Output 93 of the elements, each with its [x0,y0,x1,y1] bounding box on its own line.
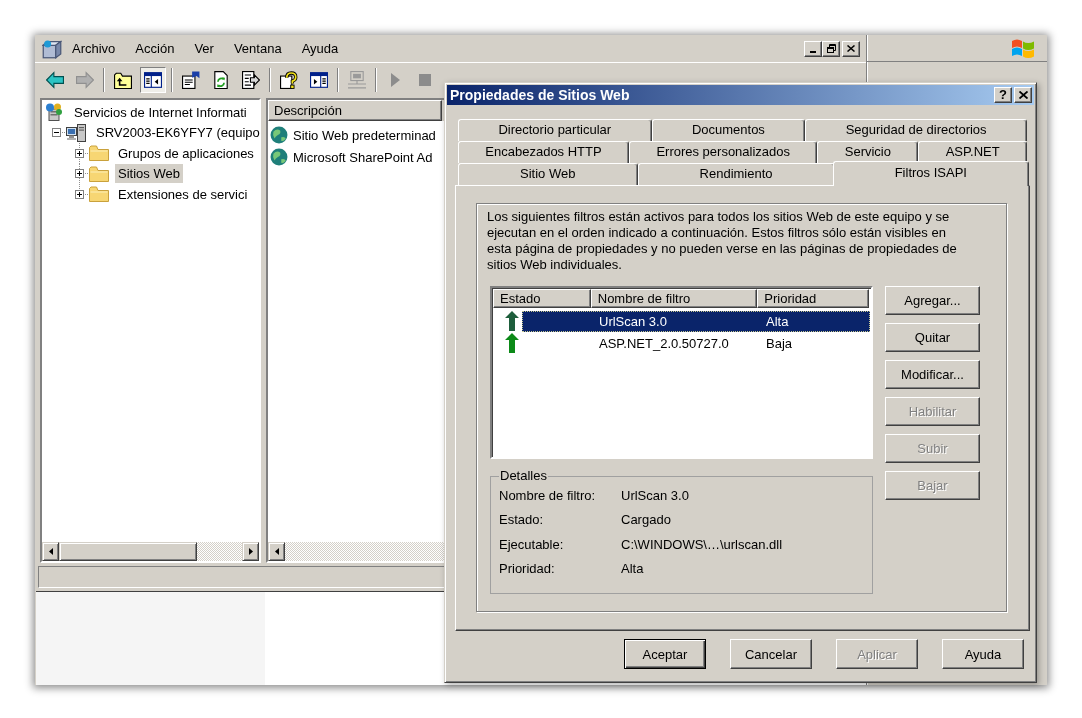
help-button[interactable]: ? [994,87,1012,103]
field-value: Alta [621,561,644,577]
left-triangle-icon [274,548,279,555]
globe-icon [270,148,288,166]
right-triangle-icon [248,548,253,555]
tab[interactable]: Encabezados HTTP [458,141,630,163]
collapse-icon[interactable] [51,128,61,138]
list-item[interactable]: Microsoft SharePoint Ad [292,148,434,166]
field-value: Cargado [621,512,671,528]
action-button[interactable]: Quitar [885,323,980,352]
export-list-icon [242,71,260,89]
tab[interactable]: Seguridad de directorios [805,119,1027,141]
left-triangle-icon [48,548,53,555]
right-arrow-icon [76,71,94,89]
column-header[interactable]: Estado [493,289,591,308]
description-text: Los siguientes filtros están activos para todos los sitios Web de este equipo y se ejecutan en el orden indicado a continuación. Estos filtros sólo están visibles en esta página de propiedades y no pueden verse en las páginas de propiedades de sitios Web individuales. [487,209,958,273]
computer-icon [66,123,86,142]
help-icon [280,71,298,89]
action-button[interactable]: Modificar... [885,360,980,389]
folder-icon [89,145,109,162]
expand-icon[interactable] [74,169,84,179]
stop-icon [419,74,431,86]
field-label: Estado: [499,512,544,528]
tab[interactable]: ASP.NET [918,141,1027,163]
dialog-button[interactable]: Cancelar [730,639,812,669]
minimize-icon [810,50,816,53]
menu-item[interactable]: Ayuda [291,39,349,58]
scroll-left-button[interactable] [268,542,285,561]
group-title: Detalles [499,469,548,483]
scroll-left-button[interactable] [42,542,59,561]
expand-icon[interactable] [74,148,84,158]
field-value: C:\WINDOWS\…\urlscan.dll [621,536,783,552]
menu-item[interactable]: Acción [125,39,185,58]
action-button[interactable]: Agregar... [885,286,980,315]
folder-icon [89,165,109,182]
table-cell-text: ASP.NET_2.0.50727.0 [598,335,730,351]
tab[interactable]: Documentos [651,119,806,141]
column-header[interactable]: Descripción [268,100,442,121]
server-icon [45,103,63,122]
scroll-right-button[interactable] [242,542,259,561]
list-row[interactable]: UrlScan 3.0 Alta [522,310,870,332]
table-cell-text: Baja [765,335,794,351]
tree-item[interactable]: Grupos de aplicaciones [115,143,257,163]
field-label: Nombre de filtro: [499,487,596,503]
dialog-button[interactable]: Ayuda [942,639,1024,669]
menu-item[interactable]: Archivo [62,39,126,58]
left-arrow-icon [46,71,64,89]
flag-icon [1011,37,1035,59]
close-button[interactable] [842,40,860,57]
tab[interactable]: Directorio particular [458,119,652,141]
tab[interactable]: Filtros ISAPI [832,161,1029,186]
right-pane-icon [310,71,328,89]
globe-icon [270,126,288,144]
horizontal-scrollbar[interactable] [42,542,259,561]
tree-item[interactable]: Sitios Web [115,164,183,184]
tree-item[interactable]: Servicios de Internet Informati [71,102,250,122]
close-icon [847,45,855,52]
document-icon [182,71,200,89]
computer-icon [348,71,366,89]
table-cell-text: Alta [765,313,790,329]
expand-icon[interactable] [74,189,84,199]
menu-item[interactable]: Ventana [223,39,292,58]
list-row[interactable]: ASP.NET_2.0.50727.0 Baja [522,332,870,354]
menu-item[interactable]: Ver [184,39,224,58]
tab[interactable]: Rendimiento [637,163,835,185]
field-value: UrlScan 3.0 [621,487,689,503]
column-header[interactable]: Nombre de filtro [590,289,758,308]
refresh-icon [212,71,230,89]
tab[interactable]: Servicio [817,141,919,163]
window-title: Propiedades de Sitios Web [450,87,630,103]
tree-item[interactable]: SRV2003-EK6YFY7 (equipo [93,123,263,143]
close-button[interactable] [1014,87,1032,103]
restore-button[interactable] [822,40,840,57]
tab[interactable]: Errores personalizados [629,141,818,163]
tree-item[interactable]: Extensiones de servici [115,184,251,204]
close-icon [1018,91,1028,99]
field-label: Prioridad: [499,561,555,577]
left-pane-icon [144,71,162,89]
toolbar-button[interactable] [140,67,166,93]
list-item[interactable]: Sitio Web predeterminad [292,126,437,144]
table-cell-text: UrlScan 3.0 [598,313,668,329]
column-header[interactable]: Prioridad [757,289,869,308]
folder-up-icon [114,71,132,89]
minimize-button[interactable] [804,40,822,57]
play-icon [390,73,400,87]
filter-list[interactable]: Estado Nombre de filtro Prioridad UrlScan 3.0 Alta ASP.NET_2.0.50727.0 Baja [490,286,873,459]
scroll-thumb[interactable] [59,542,197,561]
field-label: Ejecutable: [499,536,564,552]
restore-icon [826,44,836,53]
app-icon [42,38,62,59]
tab[interactable]: Sitio Web [458,163,638,185]
dialog-button[interactable]: Aceptar [624,639,706,669]
folder-icon [89,186,109,203]
